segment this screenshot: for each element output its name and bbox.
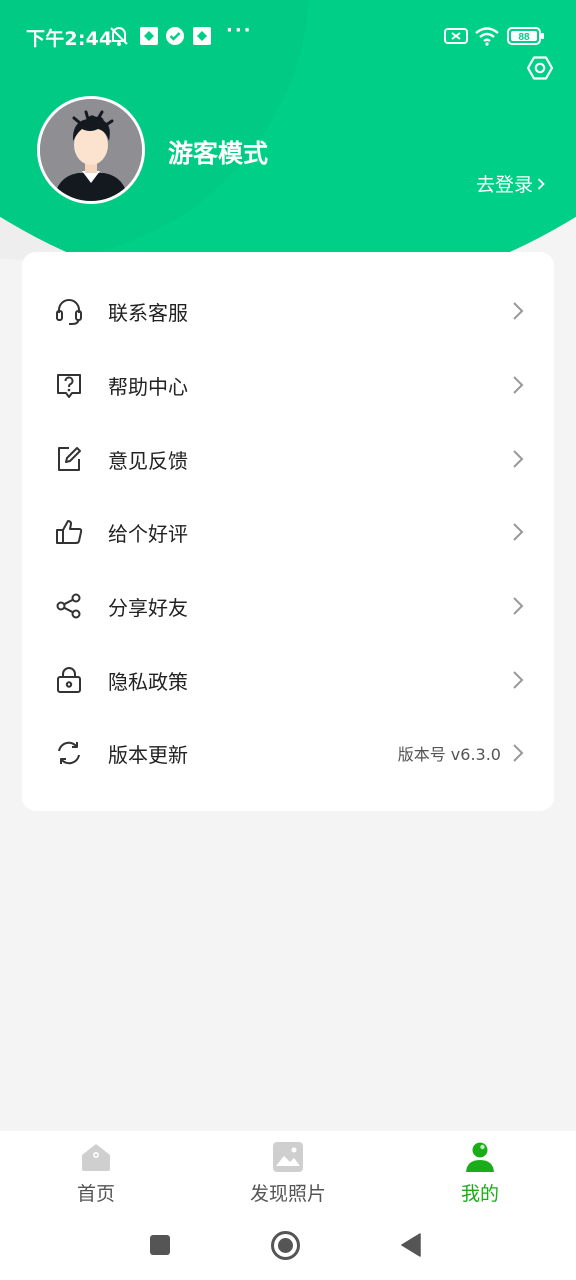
menu-item-label: 分享好友 <box>108 595 188 620</box>
menu-item-label: 帮助中心 <box>108 374 188 399</box>
menu-card: 联系客服 帮助中心 意见反馈 给个好评 分享好友 隐私政策 版本更新 版本号 v… <box>22 252 554 811</box>
lock-icon <box>57 667 81 693</box>
tab-home[interactable]: 首页 <box>21 1131 171 1213</box>
bottom-tab-bar: 首页 发现照片 我的 <box>0 1131 576 1213</box>
status-bar: 下午2:44 ··· 88 <box>0 0 576 72</box>
home-button-icon[interactable] <box>270 1230 301 1261</box>
chevron-right-icon <box>537 177 545 190</box>
login-label: 去登录 <box>476 174 534 196</box>
tab-discover-photos[interactable]: 发现照片 <box>213 1131 363 1213</box>
thumbs-up-icon <box>56 520 83 544</box>
edit-icon <box>58 447 81 471</box>
tab-label: 首页 <box>76 1183 115 1205</box>
settings-icon <box>526 56 554 80</box>
menu-item-feedback[interactable]: 意见反馈 <box>22 422 554 496</box>
back-icon[interactable] <box>400 1233 422 1257</box>
wifi-icon <box>474 25 500 47</box>
menu-item-rate-app[interactable]: 给个好评 <box>22 495 554 569</box>
check-icon <box>164 25 186 47</box>
refresh-icon <box>58 741 80 765</box>
settings-button[interactable] <box>526 54 554 82</box>
chevron-right-icon <box>513 744 524 762</box>
username: 游客模式 <box>168 139 269 168</box>
app-icon <box>138 25 160 47</box>
tab-label: 我的 <box>460 1183 499 1205</box>
recent-apps-icon[interactable] <box>149 1234 171 1256</box>
avatar[interactable] <box>37 96 145 204</box>
chevron-right-icon <box>513 523 524 541</box>
battery-level: 88 <box>518 32 530 43</box>
more-dots-icon: ··· <box>226 20 253 41</box>
chevron-right-icon <box>513 671 524 689</box>
menu-item-share[interactable]: 分享好友 <box>22 569 554 643</box>
menu-item-label: 版本更新 <box>108 742 188 767</box>
home-icon <box>82 1144 110 1171</box>
menu-item-version-update[interactable]: 版本更新 版本号 v6.3.0 <box>22 716 554 790</box>
menu-item-label: 联系客服 <box>108 300 188 325</box>
chevron-right-icon <box>513 302 524 320</box>
menu-item-label: 意见反馈 <box>108 448 188 473</box>
chevron-right-icon <box>513 450 524 468</box>
avatar-image <box>40 99 142 201</box>
chevron-right-icon <box>513 376 524 394</box>
app-icon <box>191 25 213 47</box>
chevron-right-icon <box>513 597 524 615</box>
menu-item-privacy-policy[interactable]: 隐私政策 <box>22 643 554 717</box>
login-link[interactable]: 去登录 <box>476 170 545 197</box>
menu-item-label: 给个好评 <box>108 521 188 546</box>
mute-icon <box>108 25 130 47</box>
help-icon <box>57 374 81 398</box>
system-nav-bar <box>0 1213 576 1280</box>
no-sim-icon <box>444 25 468 47</box>
tab-label: 发现照片 <box>249 1183 326 1205</box>
share-icon <box>56 593 81 619</box>
menu-item-contact-service[interactable]: 联系客服 <box>22 274 554 348</box>
battery-icon: 88 <box>507 25 545 47</box>
menu-item-label: 隐私政策 <box>108 669 188 694</box>
user-icon <box>466 1142 494 1172</box>
headset-icon <box>56 299 82 325</box>
tab-mine[interactable]: 我的 <box>405 1131 555 1213</box>
status-time: 下午2:44 <box>26 28 113 50</box>
photo-icon <box>273 1142 303 1172</box>
version-number: 版本号 v6.3.0 <box>397 745 501 764</box>
menu-item-help-center[interactable]: 帮助中心 <box>22 348 554 422</box>
